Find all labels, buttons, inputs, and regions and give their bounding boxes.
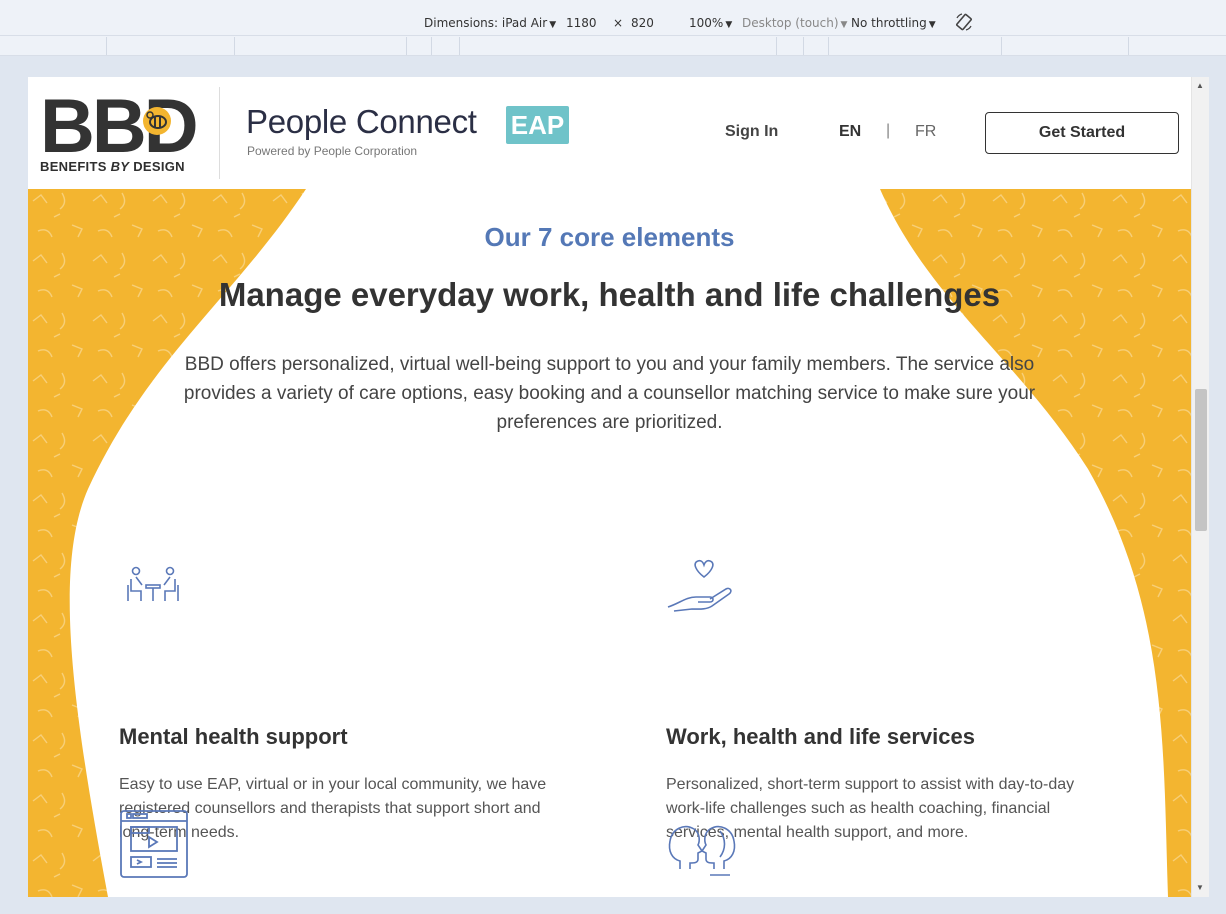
heart-in-hand-icon <box>667 559 732 612</box>
device-type-select[interactable]: Desktop (touch) ▼ <box>742 16 847 30</box>
section-eyebrow: Our 7 core elements <box>484 222 735 252</box>
eap-badge: EAP <box>506 106 569 144</box>
devtools-toolbar: Dimensions: iPad Air ▼ 1180 × 820 100% ▼ D… <box>0 0 1226 56</box>
counselling-session-icon <box>127 566 179 601</box>
viewport-width-input[interactable]: 1180 <box>566 16 597 30</box>
scroll-up-icon[interactable]: ▲ <box>1196 81 1204 90</box>
card-title: Mental health support <box>119 724 348 749</box>
scroll-thumb[interactable] <box>1195 389 1207 531</box>
header-divider <box>219 87 220 179</box>
section-headline: Manage everyday work, health and life ch… <box>218 276 1001 313</box>
logo-tagline: BENEFITS BY DESIGN <box>40 159 185 174</box>
language-en-link[interactable]: EN <box>839 123 861 141</box>
card-title: Work, health and life services <box>666 724 975 749</box>
two-heads-icon <box>668 825 736 876</box>
page-viewport: BBD BENEFITS BY DESIGN People Connect EA… <box>28 77 1191 897</box>
language-fr-link[interactable]: FR <box>915 123 936 141</box>
throttling-select[interactable]: No throttling ▼ <box>851 16 936 30</box>
logo-letters: BBD <box>40 91 196 157</box>
viewport-height-input[interactable]: 820 <box>631 16 654 30</box>
sign-in-link[interactable]: Sign In <box>725 123 778 141</box>
section-intro: BBD offers personalized, virtual well-be… <box>183 354 1036 433</box>
get-started-button[interactable]: Get Started <box>985 112 1179 154</box>
device-dimensions-select[interactable]: Dimensions: iPad Air ▼ <box>424 16 556 30</box>
page-scrollbar[interactable]: ▲ ▼ <box>1191 77 1209 897</box>
media-query-ruler <box>0 37 1226 56</box>
site-header: BBD BENEFITS BY DESIGN People Connect EA… <box>28 77 1191 189</box>
zoom-select[interactable]: 100% ▼ <box>689 16 732 30</box>
core-elements-section: Our 7 core elements Manage everyday work… <box>28 189 1191 897</box>
bee-icon <box>143 107 171 135</box>
language-separator: | <box>886 122 891 139</box>
dimension-separator: × <box>613 16 624 30</box>
brand-subtitle: Powered by People Corporation <box>247 144 418 158</box>
scroll-down-icon[interactable]: ▼ <box>1196 883 1204 892</box>
video-content-icon <box>120 810 188 878</box>
rotate-icon[interactable] <box>954 12 974 32</box>
brand-title: People Connect <box>246 103 477 140</box>
bbd-logo[interactable]: BBD <box>40 91 196 157</box>
